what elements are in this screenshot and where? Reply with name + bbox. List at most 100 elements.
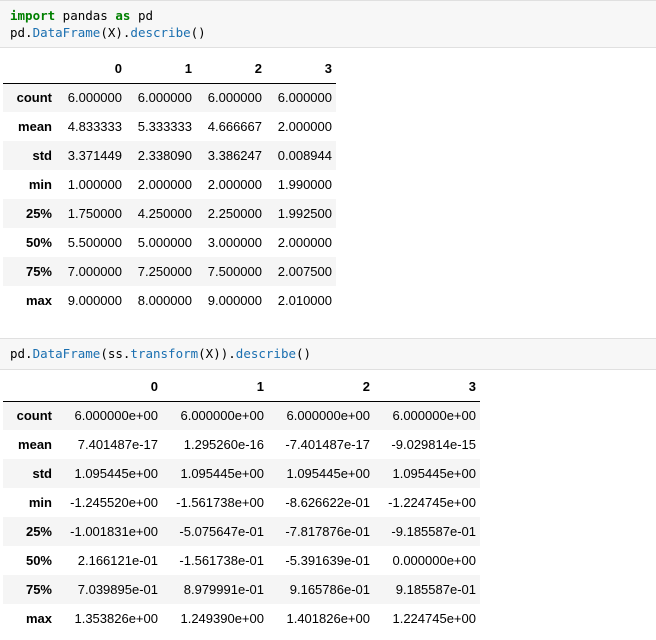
table-cell: 2.000000 [277, 119, 332, 134]
row-label: min [28, 177, 52, 192]
table-header-row: 0 1 2 3 [3, 372, 480, 402]
table-cell: 6.000000 [137, 90, 192, 106]
code-func-transform: transform [130, 346, 199, 361]
row-label: count [16, 408, 52, 424]
row-label: count [16, 90, 52, 106]
table-row: std 3.371449 2.338090 3.386247 0.008944 [3, 141, 336, 170]
column-header: 3 [374, 372, 480, 402]
table-cell: -1.561738e-01 [179, 553, 264, 568]
table-cell: 4.666667 [207, 119, 262, 134]
code-cell-transform-describe[interactable]: pd.DataFrame(ss.transform(X)).describe() [0, 338, 656, 370]
table-cell: 6.000000e+00 [74, 408, 158, 424]
table-cell: 6.000000 [67, 90, 122, 106]
table-cell: 3.386247 [207, 148, 262, 163]
row-label: min [28, 495, 52, 510]
code-class-dataframe: DataFrame [32, 346, 101, 361]
table-row: 50% 2.166121e-01 -1.561738e-01 -5.391639… [3, 546, 480, 575]
code-line-transform: pd.DataFrame(ss.transform(X)).describe() [10, 345, 646, 362]
table-cell: 6.000000e+00 [286, 408, 370, 424]
table-cell: -9.185587e-01 [391, 524, 476, 539]
table-cell: 1.095445e+00 [286, 466, 370, 481]
row-label: 75% [25, 582, 52, 597]
row-label: 25% [25, 206, 52, 221]
code-pd-prefix: pd. [10, 346, 33, 361]
table-row: mean 4.833333 5.333333 4.666667 2.000000 [3, 112, 336, 141]
row-label: 75% [25, 264, 52, 279]
code-alias: pd [130, 8, 154, 23]
table-row: min 1.000000 2.000000 2.000000 1.990000 [3, 170, 336, 199]
scaled-describe-output-table: 0 1 2 3 count 6.000000e+00 6.000000e+00 … [3, 372, 480, 633]
table-cell: 6.000000 [207, 90, 262, 106]
table-row: count 6.000000e+00 6.000000e+00 6.000000… [3, 401, 480, 430]
table-header-row: 0 1 2 3 [3, 54, 336, 84]
table-cell: 2.338090 [137, 148, 192, 163]
table-cell: 9.185587e-01 [395, 582, 476, 597]
code-func-describe: describe [235, 346, 297, 361]
keyword-as: as [115, 8, 131, 23]
table-cell: 7.250000 [137, 264, 192, 279]
row-label: 50% [25, 235, 52, 250]
table-row: std 1.095445e+00 1.095445e+00 1.095445e+… [3, 459, 480, 488]
table-cell: 1.095445e+00 [180, 466, 264, 481]
code-call-parens: () [296, 346, 312, 361]
row-label: mean [18, 437, 52, 452]
table-cell: 5.000000 [137, 235, 192, 250]
row-label: 25% [25, 524, 52, 539]
table-row: 75% 7.039895e-01 8.979991e-01 9.165786e-… [3, 575, 480, 604]
code-func-describe: describe [130, 25, 191, 40]
code-args: (X)). [198, 346, 236, 361]
table-cell: -1.001831e+00 [70, 524, 158, 539]
code-line-describe: pd.DataFrame(X).describe() [10, 24, 646, 41]
code-class-dataframe: DataFrame [32, 25, 101, 40]
table-cell: 1.401826e+00 [286, 611, 370, 626]
table-cell: 7.401487e-17 [77, 437, 158, 452]
table-cell: -5.391639e-01 [285, 553, 370, 568]
table-cell: 1.750000 [67, 206, 122, 221]
table-cell: 2.010000 [277, 293, 332, 308]
table-cell: 1.224745e+00 [392, 611, 476, 626]
table-cell: 7.039895e-01 [77, 582, 158, 597]
column-header: 2 [268, 372, 374, 402]
table-cell: 7.000000 [67, 264, 122, 279]
table-cell: -5.075647e-01 [179, 524, 264, 539]
table-cell: 8.000000 [137, 293, 192, 308]
column-header: 2 [196, 54, 266, 84]
table-cell: -1.245520e+00 [70, 495, 158, 510]
table-cell: 2.000000 [207, 177, 262, 192]
table-cell: 1.095445e+00 [74, 466, 158, 481]
table-cell: 0.000000e+00 [392, 553, 476, 568]
table-cell: 2.000000 [137, 177, 192, 192]
column-header: 1 [126, 54, 196, 84]
table-cell: 4.833333 [67, 119, 122, 134]
table-cell: 5.500000 [67, 235, 122, 250]
keyword-import: import [10, 8, 56, 23]
table-row: 50% 5.500000 5.000000 3.000000 2.000000 [3, 228, 336, 257]
table-row: max 9.000000 8.000000 9.000000 2.010000 [3, 286, 336, 315]
code-module-name: pandas [55, 8, 116, 23]
table-cell: 2.166121e-01 [77, 553, 158, 568]
table-row: 75% 7.000000 7.250000 7.500000 2.007500 [3, 257, 336, 286]
table-cell: -7.401487e-17 [285, 437, 370, 452]
table-cell: 1.000000 [67, 177, 122, 192]
column-header: 0 [56, 372, 162, 402]
table-cell: -7.817876e-01 [285, 524, 370, 539]
table-cell: 1.990000 [277, 177, 332, 192]
table-cell: 6.000000e+00 [180, 408, 264, 424]
column-header: 3 [266, 54, 336, 84]
code-pd-prefix: pd. [10, 25, 33, 40]
row-label: std [32, 466, 53, 481]
index-header [3, 54, 56, 84]
table-cell: 2.007500 [277, 264, 332, 279]
code-args: (X). [100, 25, 131, 40]
table-cell: 6.000000 [277, 90, 332, 106]
table-row: min -1.245520e+00 -1.561738e+00 -8.62662… [3, 488, 480, 517]
column-header: 1 [162, 372, 268, 402]
describe-output-table: 0 1 2 3 count 6.000000 6.000000 6.000000… [3, 54, 336, 315]
row-label: mean [18, 119, 52, 134]
table-cell: 1.249390e+00 [180, 611, 264, 626]
column-header: 0 [56, 54, 126, 84]
table-cell: 1.353826e+00 [74, 611, 158, 626]
table-cell: 9.000000 [207, 293, 262, 308]
table-cell: 9.000000 [67, 293, 122, 308]
code-cell-describe[interactable]: import pandas as pd pd.DataFrame(X).descr… [0, 0, 656, 48]
